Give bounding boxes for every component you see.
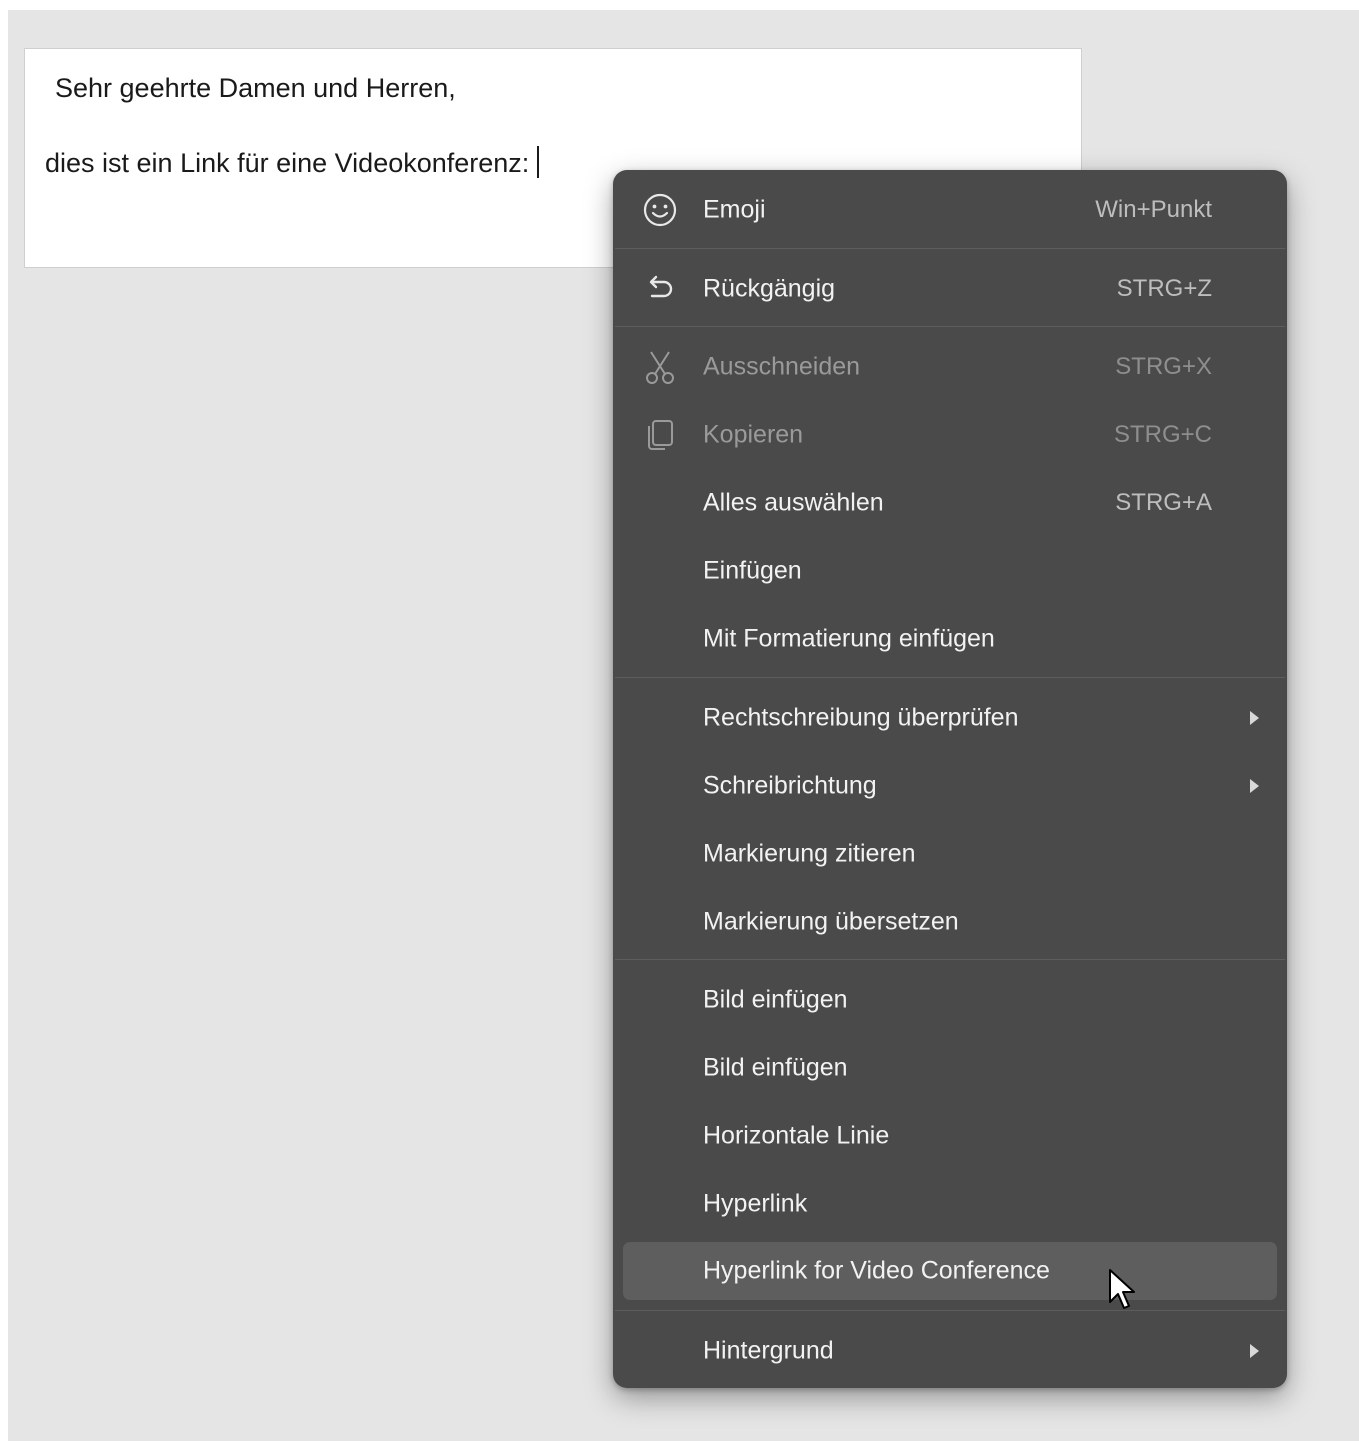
menu-item-label: Alles auswählen xyxy=(703,488,884,517)
copy-icon xyxy=(648,420,673,450)
menu-item-copy[interactable]: Kopieren STRG+C xyxy=(613,405,1287,465)
menu-separator xyxy=(615,677,1285,678)
menu-item-paste[interactable]: Einfügen xyxy=(613,541,1287,601)
menu-item-label: Bild einfügen xyxy=(703,985,848,1014)
text-caret xyxy=(537,146,540,178)
menu-item-label: Rechtschreibung überprüfen xyxy=(703,703,1019,732)
menu-item-label: Hyperlink for Video Conference xyxy=(703,1256,1050,1285)
menu-separator xyxy=(615,1310,1285,1311)
menu-item-cut[interactable]: Ausschneiden STRG+X xyxy=(613,337,1287,397)
menu-item-translate-selection[interactable]: Markierung übersetzen xyxy=(613,892,1287,952)
undo-icon xyxy=(649,275,673,298)
menu-item-label: Rückgängig xyxy=(703,274,836,303)
menu-item-label: Horizontale Linie xyxy=(703,1121,890,1150)
menu-separator xyxy=(615,248,1285,249)
mouse-pointer-icon xyxy=(1109,1269,1135,1309)
menu-item-spellcheck[interactable]: Rechtschreibung überprüfen xyxy=(613,688,1287,748)
menu-item-label: Einfügen xyxy=(703,556,802,585)
menu-separator xyxy=(615,326,1285,327)
menu-item-paste-formatted[interactable]: Mit Formatierung einfügen xyxy=(613,609,1287,669)
menu-item-label: Bild einfügen xyxy=(703,1053,848,1082)
menu-item-label: Mit Formatierung einfügen xyxy=(703,624,995,653)
menu-item-shortcut: Win+Punkt xyxy=(1095,196,1212,223)
menu-item-background[interactable]: Hintergrund xyxy=(613,1321,1287,1381)
menu-item-insert-image[interactable]: Bild einfügen xyxy=(613,970,1287,1030)
editor-line-body-text: dies ist ein Link für eine Videokonferen… xyxy=(45,148,530,178)
menu-item-label: Kopieren xyxy=(703,420,804,449)
scissors-icon xyxy=(646,351,674,384)
menu-item-label: Emoji xyxy=(703,195,766,224)
editor-line-greeting: Sehr geehrte Damen und Herren, xyxy=(55,73,456,103)
menu-item-label: Hintergrund xyxy=(703,1336,834,1365)
menu-item-insert-image-2[interactable]: Bild einfügen xyxy=(613,1038,1287,1098)
menu-item-label: Ausschneiden xyxy=(703,352,861,381)
menu-item-label: Markierung übersetzen xyxy=(703,907,959,936)
menu-item-label: Markierung zitieren xyxy=(703,839,916,868)
chevron-right-icon xyxy=(1250,1344,1259,1358)
menu-item-hyperlink-video-conference[interactable]: Hyperlink for Video Conference xyxy=(623,1242,1277,1300)
menu-item-undo[interactable]: Rückgängig STRG+Z xyxy=(613,259,1287,319)
menu-item-shortcut: STRG+C xyxy=(1113,421,1212,448)
chevron-right-icon xyxy=(1250,779,1259,793)
menu-item-writing-direction[interactable]: Schreibrichtung xyxy=(613,756,1287,816)
menu-separator xyxy=(615,959,1285,960)
menu-item-emoji[interactable]: Emoji Win+Punkt xyxy=(613,180,1287,240)
emoji-icon xyxy=(643,193,677,227)
menu-item-shortcut: STRG+X xyxy=(1115,353,1212,380)
menu-item-quote-selection[interactable]: Markierung zitieren xyxy=(613,824,1287,884)
chevron-right-icon xyxy=(1250,711,1259,725)
menu-item-hyperlink[interactable]: Hyperlink xyxy=(613,1174,1287,1234)
menu-item-shortcut: STRG+Z xyxy=(1116,275,1212,302)
menu-item-horizontal-line[interactable]: Horizontale Linie xyxy=(613,1106,1287,1166)
menu-item-shortcut: STRG+A xyxy=(1115,489,1212,516)
editor-line-body: dies ist ein Link für eine Videokonferen… xyxy=(45,146,540,179)
menu-item-label: Schreibrichtung xyxy=(703,771,877,800)
context-menu: Emoji Win+Punkt Rückgängig STRG+Z Aussch… xyxy=(613,170,1287,1388)
menu-item-select-all[interactable]: Alles auswählen STRG+A xyxy=(613,473,1287,533)
menu-item-label: Hyperlink xyxy=(703,1189,808,1218)
